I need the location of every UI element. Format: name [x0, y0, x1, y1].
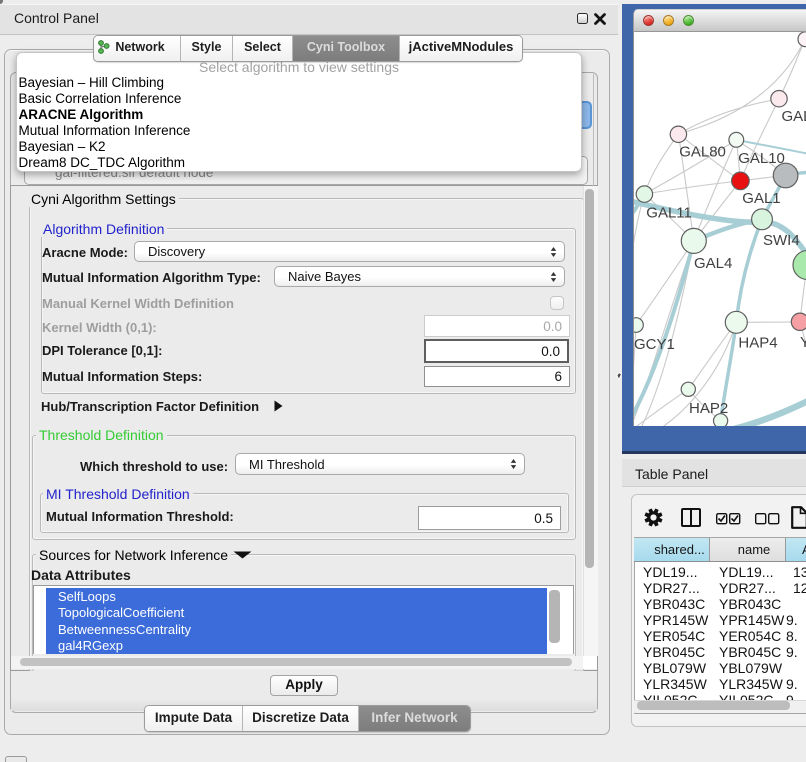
svg-text:GAL10: GAL10 [738, 150, 785, 167]
svg-text:GAL11: GAL11 [646, 205, 692, 222]
svg-text:GAL1: GAL1 [742, 190, 780, 207]
svg-text:GAL4: GAL4 [694, 255, 732, 272]
svg-text:Y: Y [800, 334, 806, 351]
svg-text:SWI4: SWI4 [763, 232, 800, 249]
svg-text:GAL80: GAL80 [679, 144, 726, 161]
svg-text:HAP2: HAP2 [689, 400, 728, 417]
svg-text:GCY1: GCY1 [634, 336, 675, 353]
svg-text:HAP4: HAP4 [738, 335, 777, 352]
svg-text:GAL7: GAL7 [782, 108, 806, 125]
